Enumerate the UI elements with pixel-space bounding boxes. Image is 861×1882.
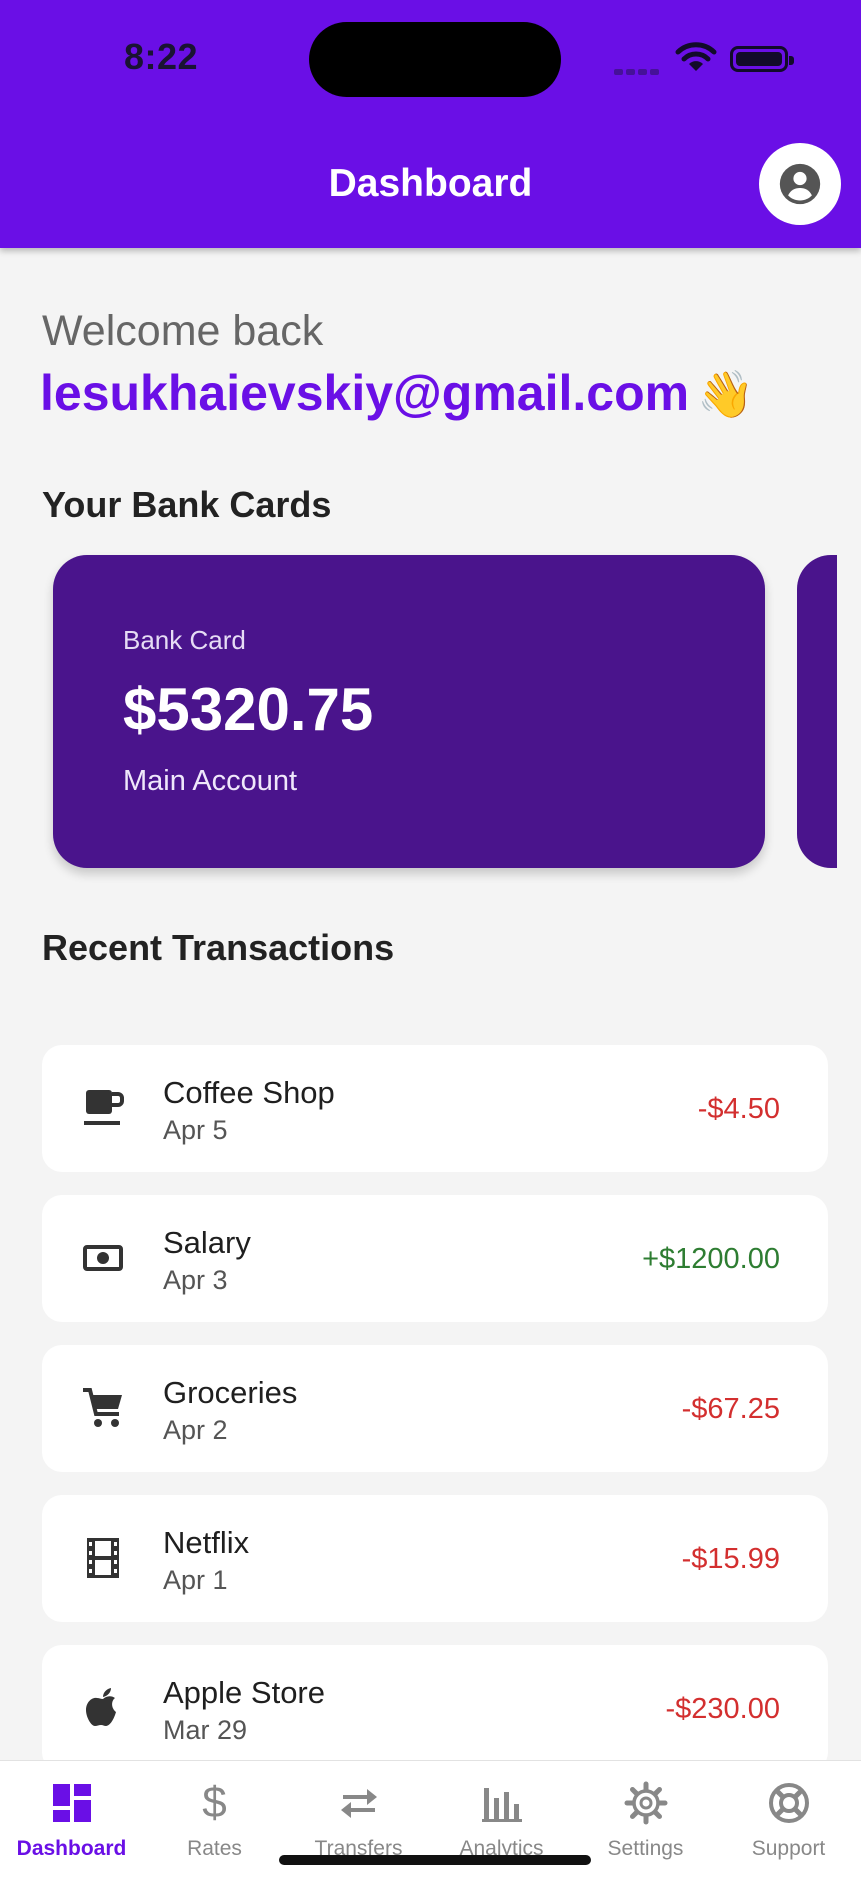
bank-cards-title: Your Bank Cards [42, 484, 332, 525]
account-circle-icon [779, 163, 821, 205]
page-title: Dashboard [328, 162, 533, 205]
dashboard-screen: 8:22 Dashboard Welcome back lesukhaievsk… [0, 0, 861, 1882]
transaction-name: Netflix [163, 1525, 250, 1560]
home-indicator [279, 1855, 591, 1865]
nav-label: Dashboard [16, 1837, 127, 1860]
transaction-date: Mar 29 [163, 1715, 248, 1745]
transaction-date: Apr 5 [163, 1115, 228, 1145]
transaction-row[interactable]: Apple Store Mar 29 -$230.00 [42, 1645, 828, 1772]
email-text: lesukhaievskiy@gmail.com [40, 365, 690, 421]
lifebuoy-icon [717, 1777, 860, 1829]
transaction-date: Apr 1 [163, 1565, 228, 1595]
next-bank-card[interactable] [797, 555, 837, 868]
swap-icon [287, 1777, 430, 1829]
dashboard-icon [0, 1777, 143, 1829]
gear-icon [574, 1777, 717, 1829]
transaction-date: Apr 3 [163, 1265, 228, 1295]
transaction-name: Salary [163, 1225, 251, 1260]
bank-card[interactable]: Bank Card $5320.75 Main Account [53, 555, 765, 868]
nav-item-dashboard[interactable]: Dashboard [0, 1777, 143, 1861]
recent-transactions-title: Recent Transactions [42, 927, 395, 968]
transaction-amount: -$230.00 [665, 1693, 781, 1725]
app-bar: 8:22 Dashboard [0, 0, 861, 248]
transaction-amount: -$4.50 [697, 1093, 780, 1125]
card-label: Bank Card [123, 625, 246, 655]
transaction-row[interactable]: Netflix Apr 1 -$15.99 [42, 1495, 828, 1622]
card-account-name: Main Account [123, 765, 298, 797]
nav-item-analytics[interactable]: Analytics [430, 1777, 573, 1861]
card-balance: $5320.75 [123, 676, 374, 743]
cart-icon [80, 1385, 126, 1431]
nav-label: Settings [607, 1837, 684, 1860]
nav-item-support[interactable]: Support [717, 1777, 860, 1861]
apple-icon [80, 1685, 126, 1731]
nav-item-rates[interactable]: $ Rates [143, 1777, 286, 1861]
cellular-signal-icon [614, 62, 664, 75]
transaction-name: Coffee Shop [163, 1075, 335, 1110]
money-icon [80, 1235, 126, 1281]
nav-item-transfers[interactable]: Transfers [287, 1777, 430, 1861]
waving-hand-emoji: 👋 [697, 368, 755, 420]
dynamic-island [309, 22, 561, 97]
dollar-icon: $ [202, 1778, 227, 1827]
coffee-icon [80, 1085, 126, 1131]
transaction-row[interactable]: Groceries Apr 2 -$67.25 [42, 1345, 828, 1472]
transaction-row[interactable]: Coffee Shop Apr 5 -$4.50 [42, 1045, 828, 1172]
transaction-amount: +$1200.00 [642, 1243, 780, 1275]
transaction-amount: -$67.25 [681, 1393, 780, 1425]
status-icons [614, 38, 794, 78]
transaction-name: Apple Store [163, 1675, 325, 1710]
wifi-icon [675, 42, 717, 71]
film-icon [80, 1535, 126, 1581]
nav-label: Support [751, 1837, 826, 1860]
transaction-amount: -$15.99 [681, 1543, 780, 1575]
welcome-text: Welcome back [42, 307, 324, 355]
transaction-date: Apr 2 [163, 1415, 228, 1445]
transaction-name: Groceries [163, 1375, 298, 1410]
nav-label: Rates [187, 1837, 242, 1860]
bar-chart-icon [430, 1777, 573, 1829]
battery-icon [730, 46, 794, 72]
user-email: lesukhaievskiy@gmail.com 👋 [40, 364, 754, 422]
profile-button[interactable] [759, 143, 841, 225]
status-time: 8:22 [124, 36, 199, 77]
nav-item-settings[interactable]: Settings [574, 1777, 717, 1861]
transaction-row[interactable]: Salary Apr 3 +$1200.00 [42, 1195, 828, 1322]
